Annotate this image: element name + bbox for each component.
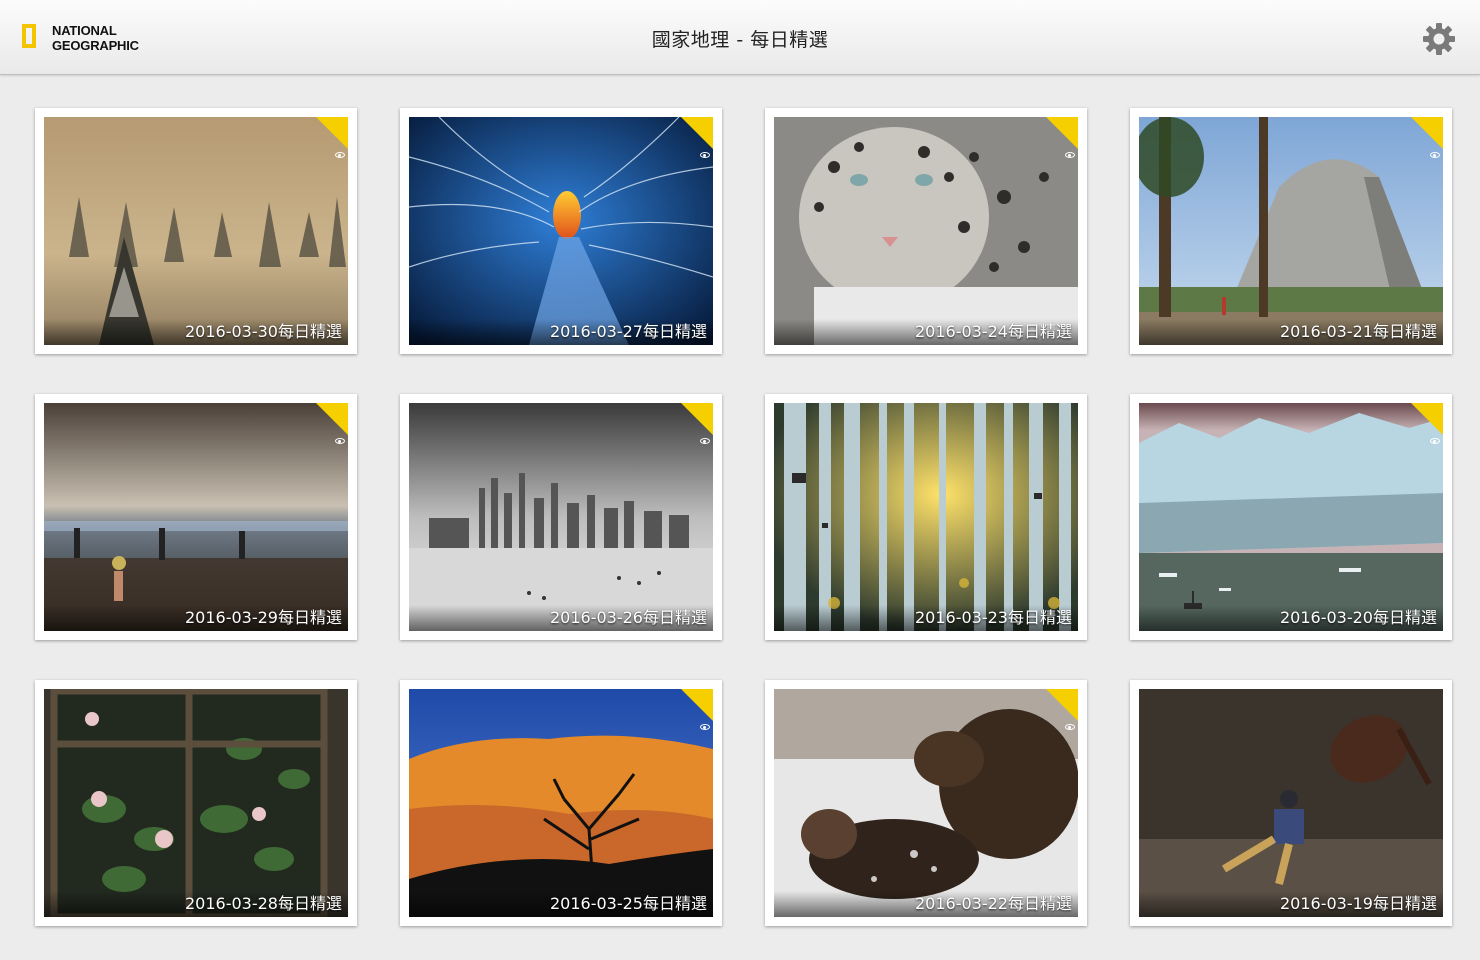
photo-card[interactable]: 2016-03-26每日精選 bbox=[400, 394, 722, 640]
viewed-badge bbox=[1046, 689, 1078, 730]
eye-icon bbox=[335, 438, 345, 444]
photo-caption: 2016-03-26每日精選 bbox=[550, 608, 707, 627]
eye-icon bbox=[335, 152, 345, 158]
photo-caption: 2016-03-25每日精選 bbox=[550, 894, 707, 913]
viewed-badge bbox=[681, 689, 713, 730]
top-bar: NATIONAL GEOGRAPHIC 國家地理 - 每日精選 bbox=[0, 0, 1480, 75]
photo-thumbnail: 2016-03-29每日精選 bbox=[44, 403, 348, 631]
photo-card[interactable]: 2016-03-21每日精選 bbox=[1130, 108, 1452, 354]
viewed-badge bbox=[1046, 117, 1078, 158]
photo-card[interactable]: 2016-03-23每日精選 bbox=[765, 394, 1087, 640]
photo-thumbnail: 2016-03-21每日精選 bbox=[1139, 117, 1443, 345]
viewed-badge bbox=[316, 403, 348, 444]
photo-thumbnail: 2016-03-19每日精選 bbox=[1139, 689, 1443, 917]
photo-card[interactable]: 2016-03-27每日精選 bbox=[400, 108, 722, 354]
photo-card[interactable]: 2016-03-22每日精選 bbox=[765, 680, 1087, 926]
photo-thumbnail: 2016-03-22每日精選 bbox=[774, 689, 1078, 917]
viewed-badge bbox=[681, 117, 713, 158]
photo-card[interactable]: 2016-03-30每日精選 bbox=[35, 108, 357, 354]
photo-thumbnail: 2016-03-27每日精選 bbox=[409, 117, 713, 345]
photo-thumbnail: 2016-03-30每日精選 bbox=[44, 117, 348, 345]
photo-caption: 2016-03-19每日精選 bbox=[1280, 894, 1437, 913]
eye-icon bbox=[1065, 724, 1075, 730]
photo-card[interactable]: 2016-03-20每日精選 bbox=[1130, 394, 1452, 640]
photo-card[interactable]: 2016-03-29每日精選 bbox=[35, 394, 357, 640]
photo-card[interactable]: 2016-03-28每日精選 bbox=[35, 680, 357, 926]
photo-caption: 2016-03-23每日精選 bbox=[915, 608, 1072, 627]
gear-icon[interactable] bbox=[1421, 21, 1457, 57]
eye-icon bbox=[700, 152, 710, 158]
photo-caption: 2016-03-27每日精選 bbox=[550, 322, 707, 341]
photo-caption: 2016-03-24每日精選 bbox=[915, 322, 1072, 341]
page-title: 國家地理 - 每日精選 bbox=[651, 29, 829, 51]
photo-thumbnail: 2016-03-25每日精選 bbox=[409, 689, 713, 917]
eye-icon bbox=[1065, 152, 1075, 158]
photo-caption: 2016-03-21每日精選 bbox=[1280, 322, 1437, 341]
viewed-badge bbox=[681, 403, 713, 444]
photo-caption: 2016-03-28每日精選 bbox=[185, 894, 342, 913]
eye-icon bbox=[1430, 152, 1440, 158]
photo-card[interactable]: 2016-03-24每日精選 bbox=[765, 108, 1087, 354]
photo-thumbnail: 2016-03-20每日精選 bbox=[1139, 403, 1443, 631]
eye-icon bbox=[700, 438, 710, 444]
viewed-badge bbox=[1411, 403, 1443, 444]
eye-icon bbox=[700, 724, 710, 730]
eye-icon bbox=[1430, 438, 1440, 444]
photo-card[interactable]: 2016-03-25每日精選 bbox=[400, 680, 722, 926]
photo-card[interactable]: 2016-03-19每日精選 bbox=[1130, 680, 1452, 926]
photo-caption: 2016-03-22每日精選 bbox=[915, 894, 1072, 913]
viewed-badge bbox=[1411, 117, 1443, 158]
photo-caption: 2016-03-20每日精選 bbox=[1280, 608, 1437, 627]
photo-caption: 2016-03-29每日精選 bbox=[185, 608, 342, 627]
photo-thumbnail: 2016-03-28每日精選 bbox=[44, 689, 348, 917]
photo-caption: 2016-03-30每日精選 bbox=[185, 322, 342, 341]
photo-thumbnail: 2016-03-26每日精選 bbox=[409, 403, 713, 631]
photo-thumbnail: 2016-03-23每日精選 bbox=[774, 403, 1078, 631]
viewed-badge bbox=[316, 117, 348, 158]
photo-thumbnail: 2016-03-24每日精選 bbox=[774, 117, 1078, 345]
